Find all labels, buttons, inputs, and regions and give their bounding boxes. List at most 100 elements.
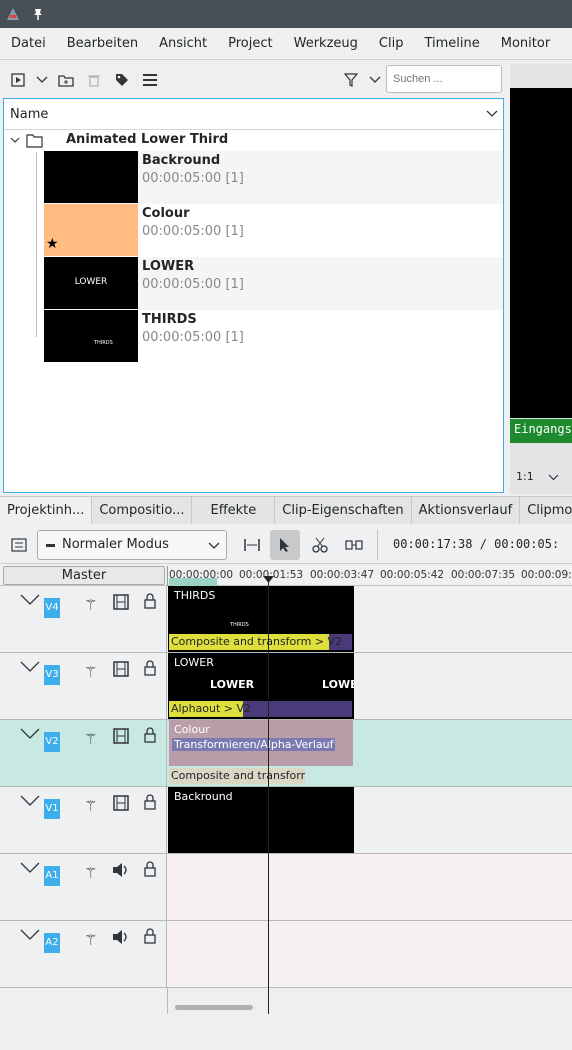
bin-clip-row[interactable]: Backround 00:00:05:00 [1]	[44, 151, 503, 204]
zoom-select[interactable]: 1:1	[516, 470, 534, 483]
add-folder-icon[interactable]	[56, 70, 76, 90]
hamburger-menu-icon[interactable]	[140, 70, 160, 90]
composition-transition[interactable]: Composite and transform	[169, 768, 305, 784]
collapse-chevron-icon[interactable]	[20, 862, 40, 874]
track-name[interactable]: V1	[44, 799, 60, 819]
lock-icon[interactable]	[143, 593, 157, 609]
slip-tool-icon[interactable]	[344, 535, 364, 555]
track-header: V3 ⚚	[0, 653, 167, 719]
menu-monitor[interactable]: Monitor	[490, 36, 560, 51]
speaker-icon[interactable]	[112, 862, 130, 878]
lock-icon[interactable]	[143, 727, 157, 743]
track-name[interactable]: V3	[44, 665, 60, 685]
menu-clip[interactable]: Clip	[368, 36, 414, 51]
bin-clip-row[interactable]: LOWER LOWER 00:00:05:00 [1]	[44, 257, 503, 310]
lock-icon[interactable]	[143, 928, 157, 944]
menu-project[interactable]: Project	[217, 36, 282, 51]
filter-icon[interactable]	[341, 70, 361, 90]
chevron-down-icon[interactable]	[32, 70, 52, 90]
clip-label: Colour	[174, 723, 210, 736]
thumbnail-text: THIRDS	[94, 340, 113, 346]
track-name[interactable]: V4	[44, 598, 60, 618]
track-v4[interactable]: V4 ⚚ THIRDS THIRDS Composite and transfo…	[0, 586, 572, 653]
selection-tool-button[interactable]	[270, 530, 300, 560]
composition-transition[interactable]: Composite and transform > V2	[169, 634, 352, 650]
playhead-line[interactable]	[268, 578, 269, 1014]
spacer-tool-icon[interactable]	[242, 535, 262, 555]
lock-icon[interactable]	[143, 794, 157, 810]
film-icon[interactable]	[113, 728, 129, 744]
tag-icon[interactable]	[112, 70, 132, 90]
effect-label[interactable]: Transformieren/Alpha-Verlauf	[172, 738, 336, 751]
timeline-settings-icon[interactable]	[9, 535, 29, 555]
tab-projektinhalt[interactable]: Projektinh...	[0, 497, 93, 524]
timeline-clip[interactable]: Backround	[168, 787, 354, 853]
tab-effekte[interactable]: Effekte	[192, 497, 276, 524]
lock-icon[interactable]	[143, 861, 157, 877]
timecode-display[interactable]: 00:00:17:38 / 00:00:05:	[393, 537, 559, 551]
clip-name: THIRDS	[142, 312, 197, 327]
expand-chevron-icon[interactable]	[10, 137, 20, 144]
transition-label: Alphaout > V2	[171, 702, 252, 715]
track-name[interactable]: A2	[44, 933, 60, 953]
horizontal-scrollbar[interactable]	[175, 1005, 253, 1010]
bin-clip-row[interactable]: ★ Colour 00:00:05:00 [1]	[44, 204, 503, 257]
mode-chevron-icon	[208, 542, 220, 549]
search-input[interactable]	[386, 65, 502, 93]
edit-mode-select[interactable]: Normaler Modus	[37, 530, 227, 560]
pin-icon[interactable]	[31, 7, 45, 21]
tab-clipmonitor[interactable]: Clipmoni	[520, 497, 572, 524]
magic-wand-icon[interactable]: ⚚	[84, 596, 97, 614]
magic-wand-icon[interactable]: ⚚	[84, 797, 97, 815]
clip-label: LOWER	[174, 656, 214, 669]
film-icon[interactable]	[113, 594, 129, 610]
lock-icon[interactable]	[143, 660, 157, 676]
menu-einstellungen[interactable]: Einst	[560, 36, 572, 51]
column-chevron-icon[interactable]	[486, 110, 498, 118]
master-button[interactable]: Master	[3, 566, 165, 585]
track-a2[interactable]: A2 ⚚	[0, 921, 572, 988]
track-v3[interactable]: V3 ⚚ LOWER LOWER LOWE Alphaout > V2	[0, 653, 572, 720]
tab-aktionsverlauf[interactable]: Aktionsverlauf	[412, 497, 521, 524]
track-v2[interactable]: V2 ⚚ Colour Transformieren/Alpha-Verlauf…	[0, 720, 572, 787]
film-icon[interactable]	[113, 661, 129, 677]
collapse-chevron-icon[interactable]	[20, 594, 40, 606]
magic-wand-icon[interactable]: ⚚	[84, 663, 97, 681]
filter-chevron-icon[interactable]	[365, 70, 385, 90]
magic-wand-icon[interactable]: ⚚	[84, 931, 97, 949]
tab-compositions[interactable]: Compositio...	[92, 497, 193, 524]
column-header-name[interactable]: Name	[10, 107, 48, 122]
menu-ansicht[interactable]: Ansicht	[148, 36, 217, 51]
folder-row[interactable]: Animated Lower Third	[4, 130, 503, 152]
clip-name: LOWER	[142, 259, 195, 274]
bin-clip-row[interactable]: THIRDS THIRDS 00:00:05:00 [1]	[44, 310, 503, 363]
composition-transition[interactable]: Alphaout > V2	[169, 701, 352, 717]
clip-thumbnail: LOWER	[44, 257, 138, 309]
speaker-icon[interactable]	[112, 929, 130, 945]
track-a1[interactable]: A1 ⚚	[0, 854, 572, 921]
menu-werkzeug[interactable]: Werkzeug	[283, 36, 368, 51]
menu-datei[interactable]: Datei	[0, 36, 56, 51]
menu-bearbeiten[interactable]: Bearbeiten	[56, 36, 148, 51]
collapse-chevron-icon[interactable]	[20, 929, 40, 941]
clip-duration: 00:00:05:00 [1]	[142, 171, 244, 186]
track-v1[interactable]: V1 ⚚ Backround	[0, 787, 572, 854]
track-name[interactable]: V2	[44, 732, 60, 752]
razor-tool-icon[interactable]	[310, 535, 330, 555]
tab-clip-eigenschaften[interactable]: Clip-Eigenschaften	[275, 497, 412, 524]
film-icon[interactable]	[113, 795, 129, 811]
magic-wand-icon[interactable]: ⚚	[84, 864, 97, 882]
collapse-chevron-icon[interactable]	[20, 661, 40, 673]
menu-timeline[interactable]: Timeline	[413, 36, 489, 51]
timeline-clip[interactable]: Colour Transformieren/Alpha-Verlauf	[169, 720, 353, 766]
collapse-chevron-icon[interactable]	[20, 795, 40, 807]
track-header: V2 ⚚	[0, 720, 167, 786]
zoom-chevron-icon[interactable]	[548, 474, 559, 481]
track-name[interactable]: A1	[44, 866, 60, 886]
magic-wand-icon[interactable]: ⚚	[84, 730, 97, 748]
add-clip-icon[interactable]	[8, 70, 28, 90]
collapse-chevron-icon[interactable]	[20, 728, 40, 740]
edit-mode-label: Normaler Modus	[62, 537, 169, 552]
thumbnail-text: LOWER	[74, 277, 108, 287]
clip-thumb-text: THIRDS	[230, 622, 249, 628]
